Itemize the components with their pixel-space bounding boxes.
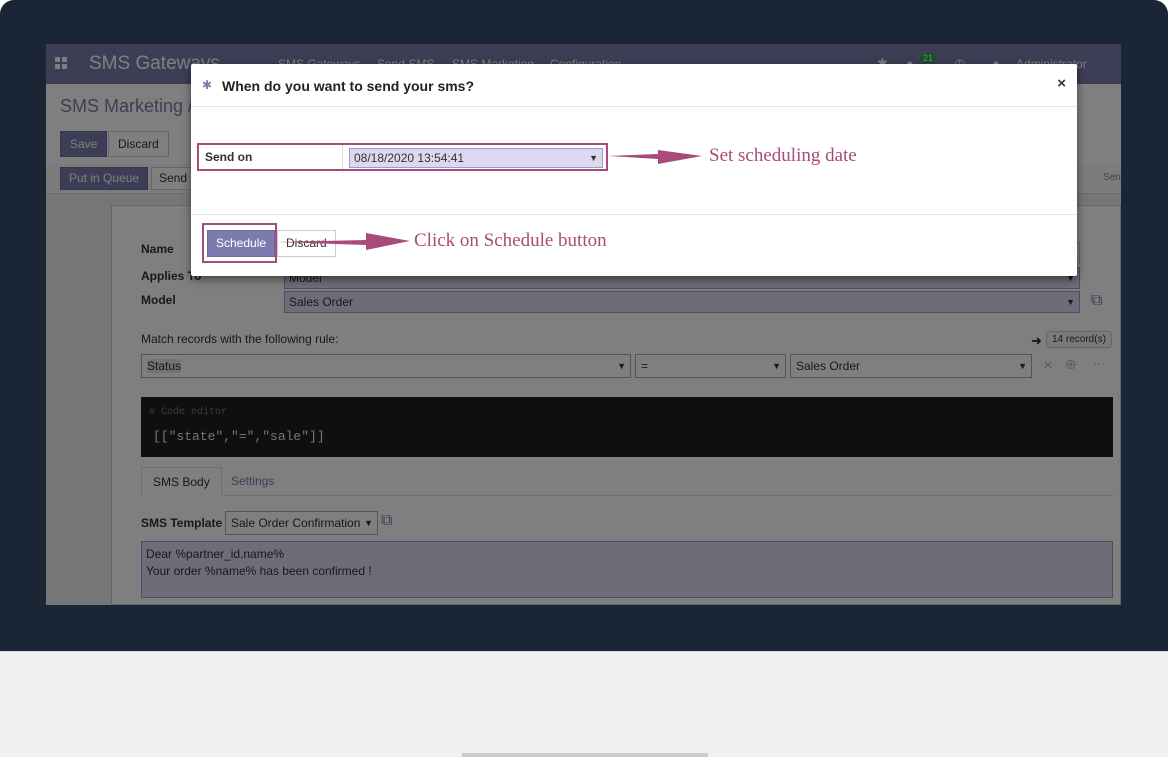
device-stand <box>0 651 1168 757</box>
app-screen: SMS Gateways SMS Gateways Send SMS SMS M… <box>46 44 1121 605</box>
annotation-date: Set scheduling date <box>709 145 857 166</box>
arrow-to-send-on <box>608 150 702 164</box>
arrow-to-schedule <box>277 233 410 250</box>
device-stand-base <box>462 753 708 757</box>
annotation-arrows <box>277 150 702 250</box>
annotation-button: Click on Schedule button <box>414 230 607 251</box>
